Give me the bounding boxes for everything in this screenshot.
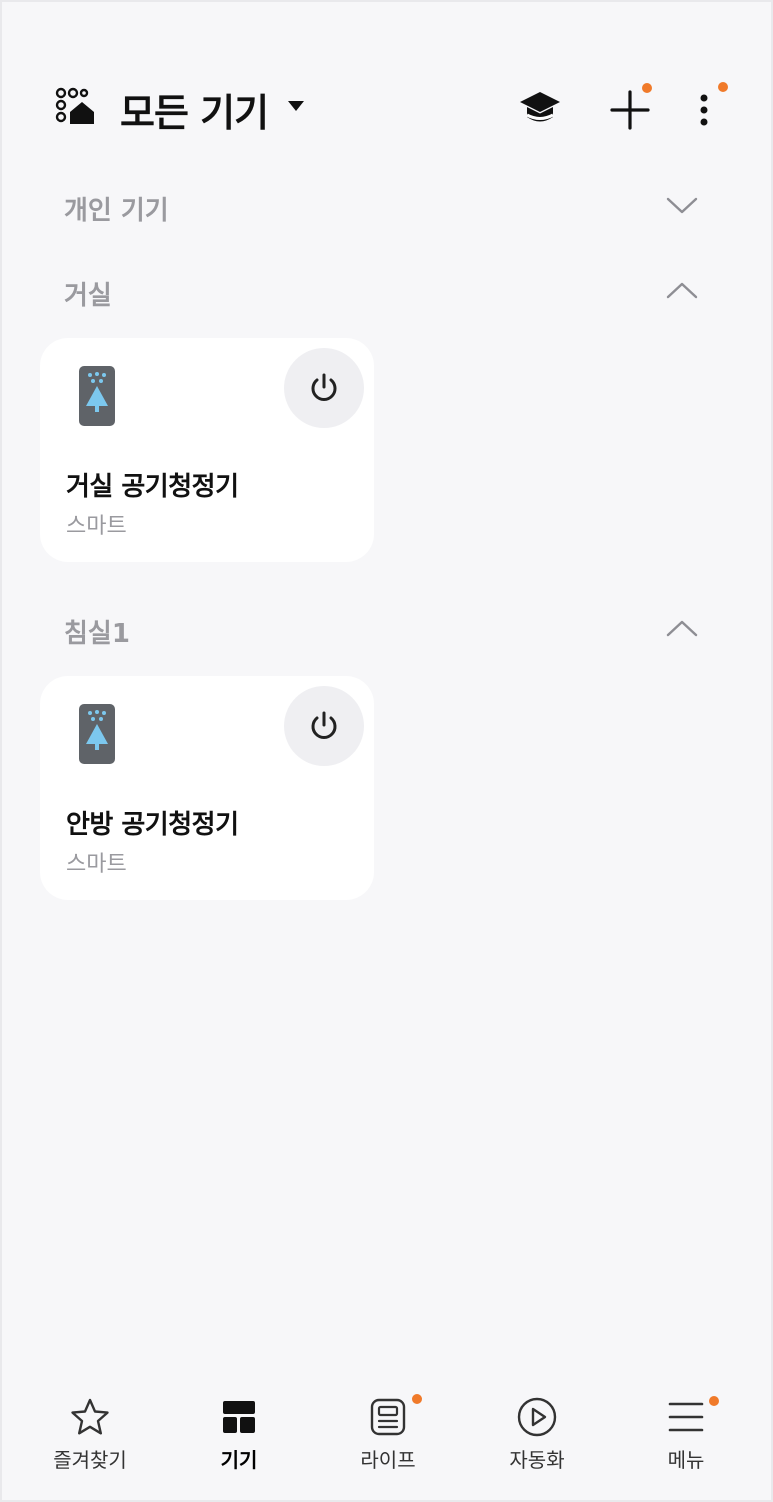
air-purifier-icon: [79, 366, 115, 426]
life-icon: [370, 1398, 406, 1436]
nav-label: 즐겨찾기: [53, 1448, 127, 1472]
add-button[interactable]: [602, 80, 658, 136]
device-status: 스마트: [66, 514, 127, 539]
power-button[interactable]: [284, 686, 364, 766]
menu-badge: [709, 1396, 719, 1406]
air-purifier-icon: [79, 704, 115, 764]
menu-icon: [668, 1402, 704, 1432]
power-icon: [311, 373, 337, 401]
nav-item-devices[interactable]: 기기: [169, 1382, 309, 1482]
header: 모든 기기: [2, 72, 771, 142]
section-label: 거실: [64, 281, 112, 311]
power-icon: [311, 711, 337, 739]
device-card[interactable]: 안방 공기청정기 스마트: [40, 676, 374, 900]
nav-label: 기기: [220, 1448, 258, 1472]
section-label: 침실1: [64, 619, 130, 649]
nav-item-menu[interactable]: 메뉴: [616, 1382, 756, 1482]
add-badge: [642, 83, 652, 93]
section-bedroom-1[interactable]: 침실1: [2, 603, 771, 653]
play-circle-icon: [517, 1397, 557, 1437]
guide-icon: [520, 92, 560, 122]
chevron-down-icon[interactable]: [662, 188, 702, 222]
nav-item-favorites[interactable]: 즐겨찾기: [20, 1382, 160, 1482]
nav-label: 자동화: [509, 1448, 565, 1472]
section-label: 개인 기기: [64, 196, 169, 226]
app-screen: 모든 기기 개인 기기 거실 거실 공기청정기 스마트 침실1 안방 공기청정기…: [2, 2, 771, 1500]
caret-down-icon[interactable]: [286, 99, 306, 113]
life-badge: [412, 1394, 422, 1404]
device-name: 거실 공기청정기: [66, 472, 239, 502]
location-home-icon[interactable]: [54, 86, 96, 128]
chevron-up-icon[interactable]: [662, 273, 702, 307]
power-button[interactable]: [284, 348, 364, 428]
nav-item-automation[interactable]: 자동화: [467, 1382, 607, 1482]
nav-item-life[interactable]: 라이프: [318, 1382, 458, 1482]
section-personal-devices[interactable]: 개인 기기: [2, 180, 771, 230]
nav-label: 메뉴: [667, 1448, 705, 1472]
page-title[interactable]: 모든 기기: [120, 82, 269, 137]
star-icon: [71, 1398, 109, 1435]
devices-grid-icon: [223, 1401, 255, 1433]
device-name: 안방 공기청정기: [66, 810, 239, 840]
bottom-nav: 즐겨찾기 기기 라이프 자동화 메뉴: [2, 1382, 771, 1492]
more-options-button[interactable]: [678, 80, 734, 136]
more-options-badge: [718, 82, 728, 92]
nav-label: 라이프: [360, 1448, 416, 1472]
section-living-room[interactable]: 거실: [2, 265, 771, 315]
device-status: 스마트: [66, 852, 127, 877]
guide-button[interactable]: [512, 80, 568, 136]
chevron-up-icon[interactable]: [662, 611, 702, 645]
device-card[interactable]: 거실 공기청정기 스마트: [40, 338, 374, 562]
